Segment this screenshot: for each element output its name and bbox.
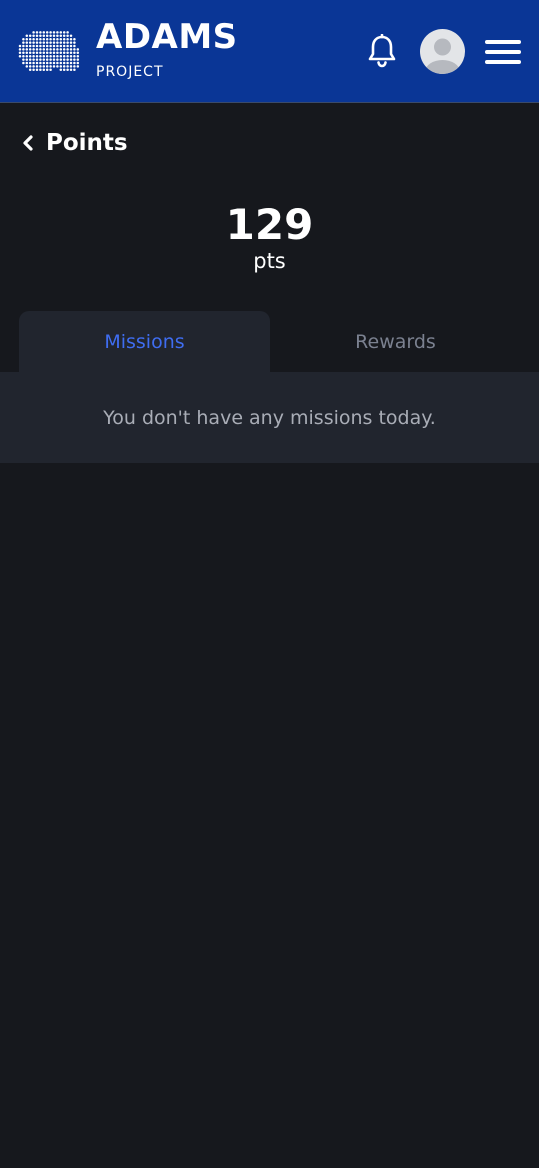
brand-title[interactable]: ADAMS	[96, 16, 238, 58]
page-title: Points	[46, 130, 128, 156]
empty-missions-message: You don't have any missions today.	[103, 406, 436, 429]
tab-rewards[interactable]: Rewards	[270, 311, 521, 372]
back-button[interactable]: Points	[20, 126, 128, 160]
tab-missions[interactable]: Missions	[19, 311, 270, 372]
bell-icon[interactable]	[366, 34, 398, 68]
dotted-cloud-logo-icon[interactable]	[18, 26, 82, 76]
top-navigation-bar: ADAMS PROJECT	[0, 0, 539, 103]
points-unit: pts	[253, 249, 286, 273]
chevron-left-icon	[23, 135, 33, 151]
user-avatar-icon[interactable]	[420, 29, 465, 74]
points-value: 129	[225, 200, 314, 249]
brand-subtitle: PROJECT	[96, 64, 164, 80]
hamburger-menu-icon[interactable]	[485, 40, 521, 64]
missions-panel: You don't have any missions today.	[0, 372, 539, 463]
